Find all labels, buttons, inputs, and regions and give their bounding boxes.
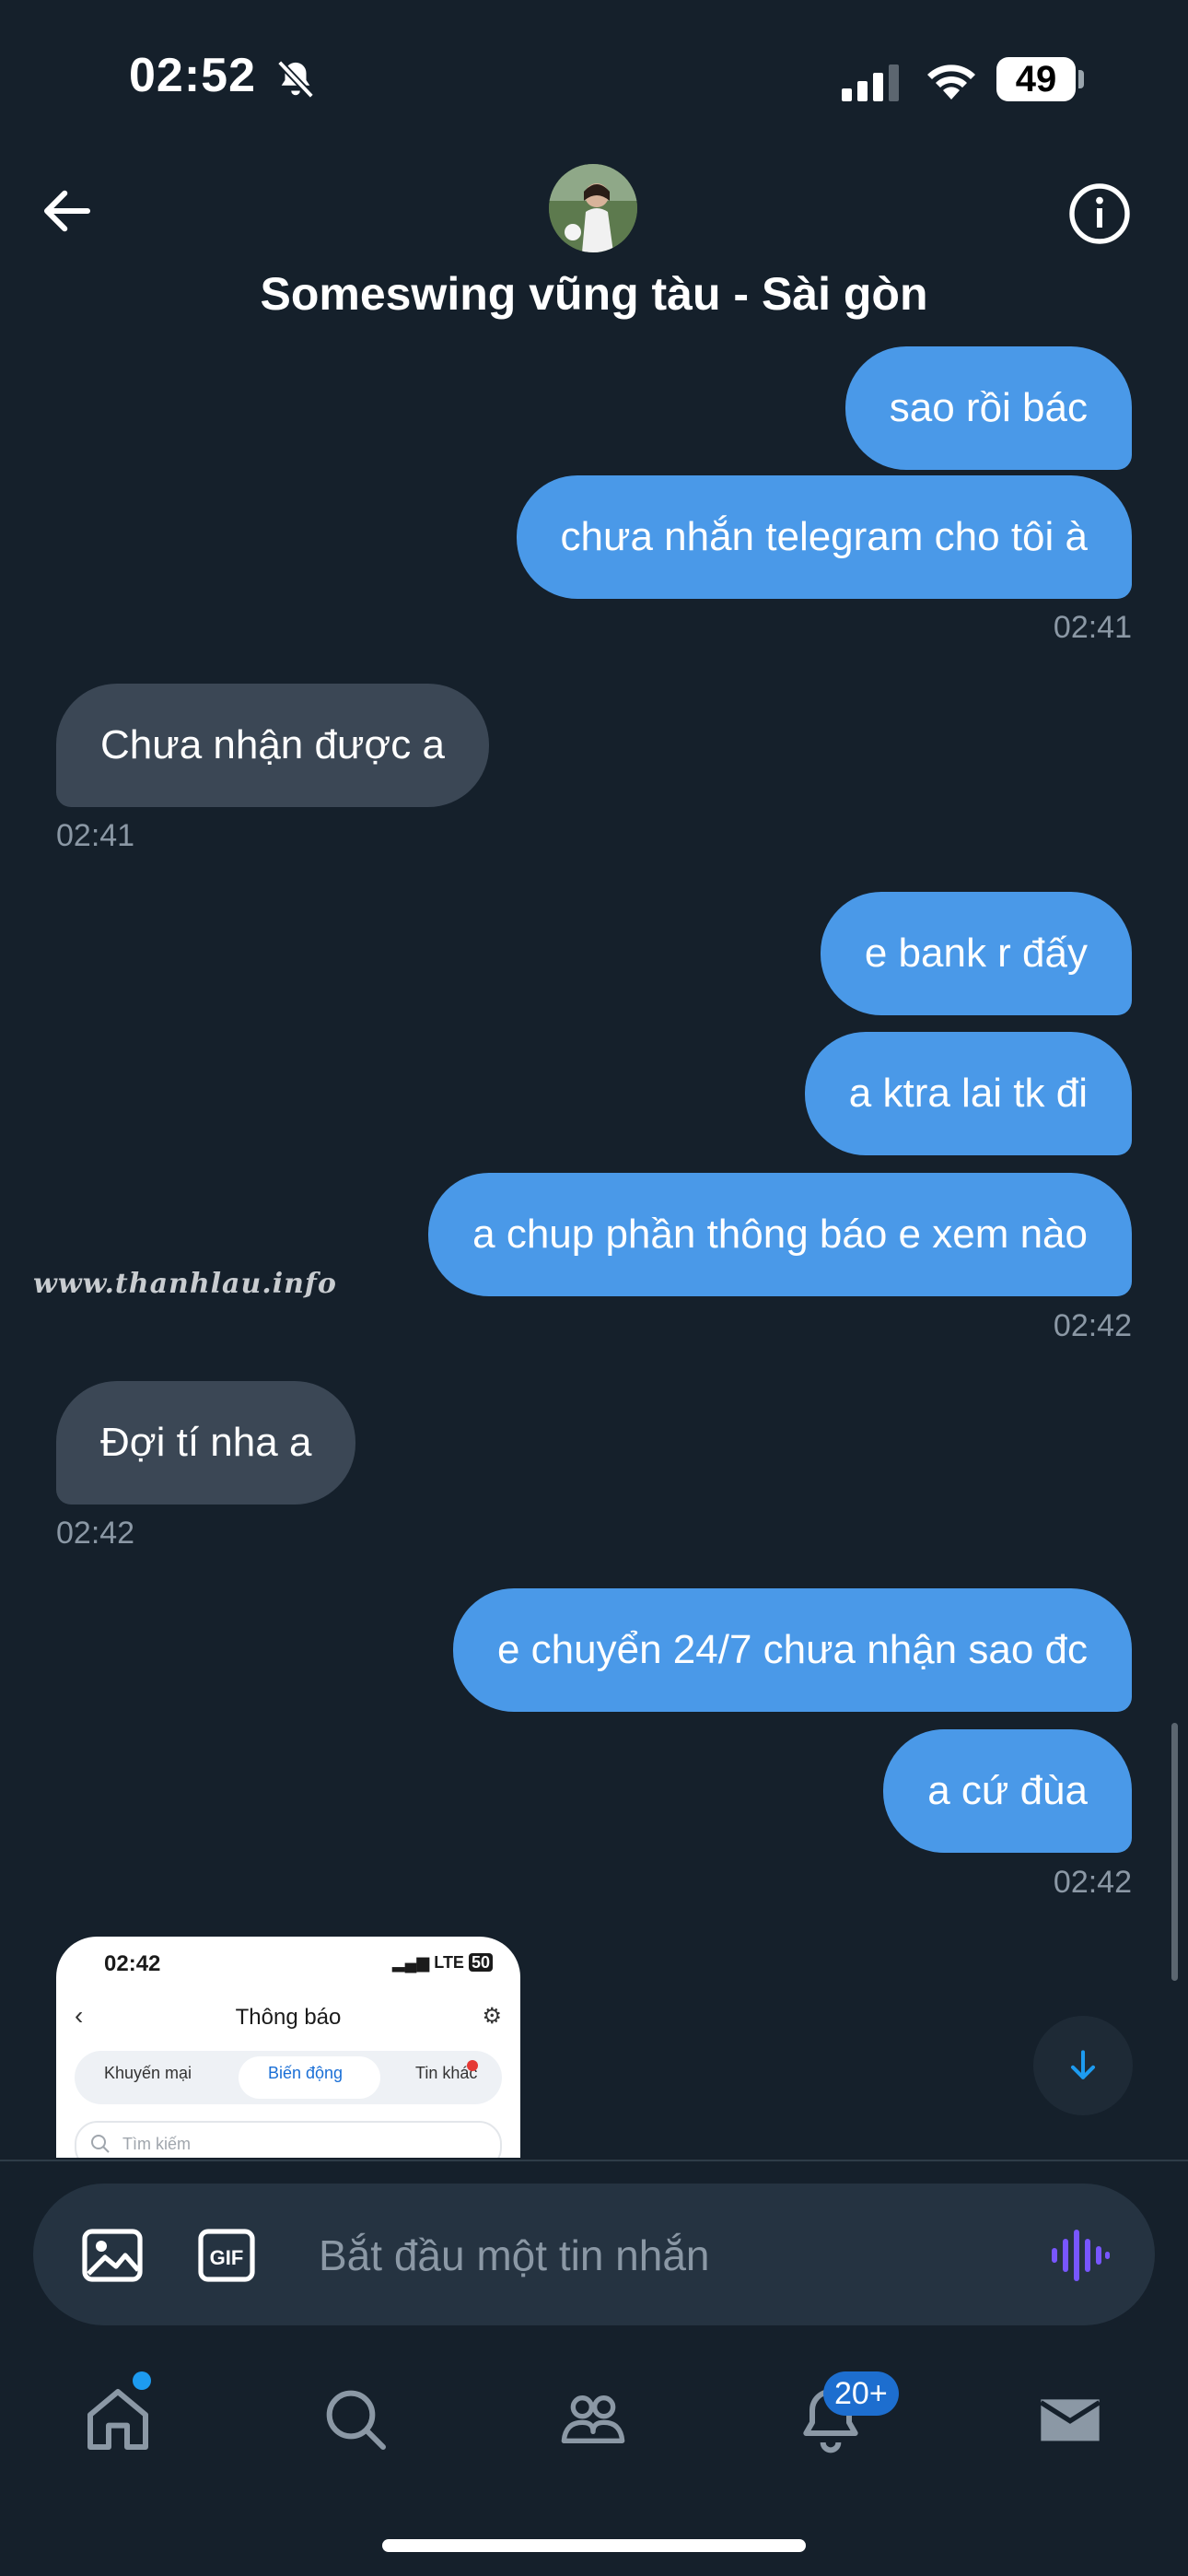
battery-indicator: 49 [996,57,1076,101]
home-icon[interactable] [81,2383,155,2456]
gif-icon[interactable]: GIF [197,2228,256,2283]
back-arrow-icon[interactable] [37,181,98,241]
scroll-to-bottom-button[interactable] [1033,2016,1133,2115]
preview-title: Thông báo [235,2005,342,2030]
preview-tabs: Khuyến mại Biến động Tin khác [75,2051,502,2104]
battery-level: 49 [1015,58,1057,100]
message-timestamp: 02:42 [1053,1865,1132,1900]
preview-gear-icon: ⚙ [482,2004,502,2029]
status-time: 02:52 [129,49,256,102]
preview-unread-dot [467,2060,478,2071]
preview-time: 02:42 [104,1951,161,1976]
message-bubble[interactable]: sao rồi bác [844,346,1132,470]
preview-search-placeholder: Tìm kiếm [122,2135,191,2153]
conversation-title[interactable]: Someswing vũng tàu - Sài gòn [0,267,1188,321]
image-icon[interactable] [81,2228,144,2283]
battery-tip [1078,70,1084,88]
message-bubble[interactable]: a cứ đùa [883,1729,1132,1853]
message-input[interactable] [319,2220,1019,2290]
preview-tab-active: Biến động [268,2064,344,2082]
preview-search: Tìm kiếm [75,2121,502,2158]
message-timestamp: 02:42 [1053,1308,1132,1343]
message-timestamp: 02:42 [56,1516,135,1551]
arrow-down-icon [1070,2050,1096,2079]
notifications-badge: 20+ [823,2371,899,2416]
wifi-icon [927,64,975,100]
info-icon[interactable] [1066,181,1133,247]
avatar-photo [549,164,637,252]
communities-icon[interactable] [556,2383,630,2456]
avatar[interactable] [549,164,637,252]
message-bubble[interactable]: a chup phần thông báo e xem nào [428,1173,1132,1296]
messages-icon[interactable] [1033,2383,1107,2456]
message-timestamp: 02:41 [1053,610,1132,645]
search-icon[interactable] [319,2383,392,2456]
preview-search-icon [91,2135,110,2153]
message-timestamp: 02:41 [56,818,135,853]
preview-status: ▂▄▆ LTE 50 [392,1953,493,1973]
bell-off-icon [276,60,315,99]
message-bubble[interactable]: e chuyển 24/7 chưa nhận sao đc [452,1588,1132,1712]
image-message[interactable]: 02:42 ▂▄▆ LTE 50 ‹ Thông báo ⚙ Khuyến mạ… [56,1937,520,2158]
svg-text:GIF: GIF [210,2246,244,2269]
message-bubble[interactable]: Đợi tí nha a [56,1381,356,1505]
home-indicator [382,2539,806,2552]
home-notification-dot [133,2371,151,2390]
divider [0,2160,1188,2161]
voice-message-icon[interactable] [1048,2226,1111,2285]
message-bubble[interactable]: e bank r đấy [820,892,1132,1015]
signal-icon [842,64,899,101]
message-bubble[interactable]: chưa nhắn telegram cho tôi à [516,475,1132,599]
message-bubble[interactable]: Chưa nhận được a [56,684,489,807]
scrollbar[interactable] [1171,1723,1178,1981]
watermark: www.thanhlau.info [33,1268,337,1300]
message-bubble[interactable]: a ktra lai tk đi [804,1032,1132,1155]
preview-tab: Khuyến mại [104,2064,192,2082]
